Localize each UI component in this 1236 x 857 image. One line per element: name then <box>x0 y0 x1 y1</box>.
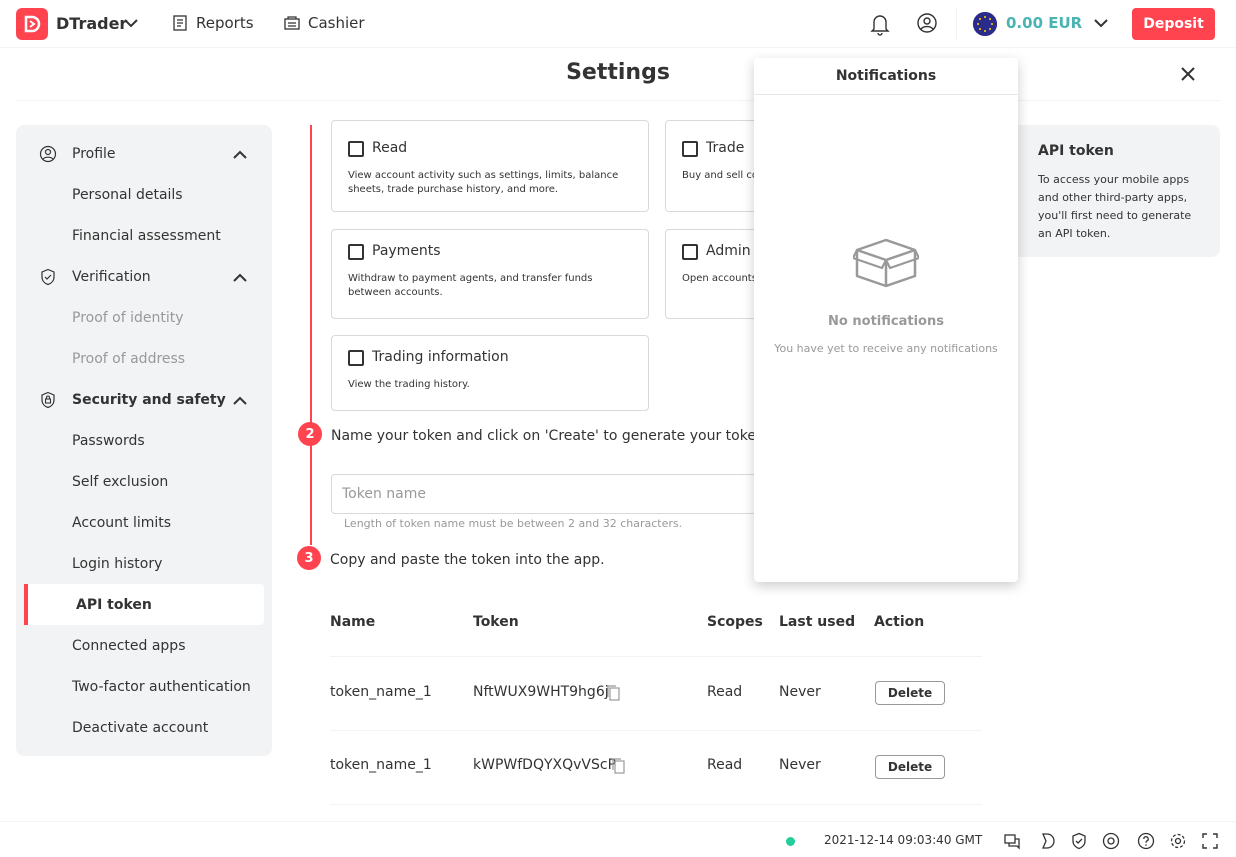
page-title: Settings <box>566 60 670 85</box>
copy-icon[interactable] <box>606 685 622 701</box>
token-name-cell: token_name_1 <box>330 757 432 773</box>
delete-token-button[interactable]: Delete <box>875 755 945 779</box>
account-icon[interactable] <box>916 12 938 34</box>
sidebar-group-profile[interactable]: Profile <box>16 133 272 174</box>
deriv-logo-icon[interactable] <box>1039 832 1057 850</box>
app-header: DTrader Reports Cashier 0.00 EUR Deposit <box>0 0 1236 48</box>
sidebar-item-proof-of-identity[interactable]: Proof of identity <box>16 297 272 338</box>
sidebar-item-financial-assessment[interactable]: Financial assessment <box>16 215 272 256</box>
api-token-info-card: API token To access your mobile apps and… <box>1012 125 1220 257</box>
token-name-cell: token_name_1 <box>330 684 432 700</box>
token-name-hint: Length of token name must be between 2 a… <box>344 517 683 530</box>
title-divider <box>16 100 1220 101</box>
copy-icon[interactable] <box>611 758 627 774</box>
gambling-icon[interactable] <box>1102 832 1120 850</box>
server-time: 2021-12-14 09:03:40 GMT <box>824 833 983 847</box>
step-3-text: Copy and paste the token into the app. <box>330 552 605 568</box>
help-icon[interactable] <box>1137 832 1155 850</box>
chevron-down-icon[interactable] <box>1092 14 1110 32</box>
chat-icon[interactable] <box>1003 832 1021 850</box>
steps-line <box>310 125 312 545</box>
table-divider <box>330 730 982 731</box>
token-last-used-cell: Never <box>779 684 821 700</box>
payments-checkbox[interactable] <box>348 244 364 260</box>
sidebar-item-proof-of-address[interactable]: Proof of address <box>16 338 272 379</box>
scope-card-payments[interactable]: Payments Withdraw to payment agents, and… <box>331 229 649 319</box>
nav-reports[interactable]: Reports <box>172 14 254 32</box>
sidebar-item-self-exclusion[interactable]: Self exclusion <box>16 461 272 502</box>
delete-token-button[interactable]: Delete <box>875 681 945 705</box>
info-card-title: API token <box>1038 143 1114 159</box>
sidebar-item-login-history[interactable]: Login history <box>16 543 272 584</box>
no-notifications-title: No notifications <box>828 314 944 329</box>
col-header-token: Token <box>473 614 519 630</box>
col-header-last-used: Last used <box>779 614 856 630</box>
chevron-down-icon[interactable] <box>122 14 140 32</box>
no-notifications-text: You have yet to receive any notification… <box>774 342 998 355</box>
info-card-text: To access your mobile apps and other thi… <box>1038 173 1192 240</box>
trading-information-checkbox[interactable] <box>348 350 364 366</box>
sidebar-group-verification[interactable]: Verification <box>16 256 272 297</box>
fullscreen-icon[interactable] <box>1201 832 1219 850</box>
network-status-indicator[interactable] <box>786 837 795 846</box>
shield-lock-icon <box>41 391 55 409</box>
token-name-input[interactable] <box>331 474 791 514</box>
nav-cashier[interactable]: Cashier <box>284 14 365 32</box>
step-2-badge: 2 <box>298 422 322 446</box>
profile-icon <box>39 145 57 163</box>
notifications-title: Notifications <box>835 68 937 84</box>
scope-card-trading-information[interactable]: Trading information View the trading his… <box>331 335 649 411</box>
sidebar-item-two-factor-auth[interactable]: Two-factor authentication <box>16 666 272 707</box>
chevron-up-icon <box>233 396 247 405</box>
col-header-name: Name <box>330 614 376 630</box>
gear-icon[interactable] <box>1169 832 1187 850</box>
sidebar-item-api-token[interactable]: API token <box>24 584 264 625</box>
empty-box-icon <box>853 238 919 288</box>
token-scopes-cell: Read <box>707 684 743 700</box>
chevron-up-icon <box>233 150 247 159</box>
read-checkbox[interactable] <box>348 141 364 157</box>
sidebar-item-connected-apps[interactable]: Connected apps <box>16 625 272 666</box>
notifications-panel: Notifications No notifications You have … <box>754 58 1018 582</box>
reports-icon <box>173 15 187 31</box>
account-balance[interactable]: 0.00 EUR <box>1006 14 1082 32</box>
shield-check-icon <box>41 268 55 286</box>
token-scopes-cell: Read <box>707 757 743 773</box>
sidebar-item-passwords[interactable]: Passwords <box>16 420 272 461</box>
notifications-divider <box>754 94 1018 95</box>
header-divider <box>956 8 957 40</box>
responsible-trading-icon[interactable] <box>1070 832 1088 850</box>
deposit-button[interactable]: Deposit <box>1132 8 1215 40</box>
sidebar-item-deactivate-account[interactable]: Deactivate account <box>16 707 272 748</box>
token-value-cell: NftWUX9WHT9hg6j <box>473 684 609 700</box>
col-header-action: Action <box>874 614 925 630</box>
chevron-up-icon <box>233 273 247 282</box>
platform-name[interactable]: DTrader <box>56 14 127 33</box>
step-3-badge: 3 <box>297 546 321 570</box>
token-last-used-cell: Never <box>779 757 821 773</box>
app-footer: 2021-12-14 09:03:40 GMT <box>0 821 1236 857</box>
sidebar-item-personal-details[interactable]: Personal details <box>16 174 272 215</box>
deriv-logo[interactable] <box>16 8 48 40</box>
admin-checkbox[interactable] <box>682 244 698 260</box>
cashier-icon <box>284 16 300 30</box>
sidebar-group-security[interactable]: Security and safety <box>16 379 272 420</box>
eu-flag-icon[interactable] <box>973 12 997 36</box>
trade-checkbox[interactable] <box>682 141 698 157</box>
table-divider <box>330 656 982 657</box>
close-icon[interactable] <box>1178 64 1198 84</box>
token-value-cell: kWPWfDQYXQvVScP <box>473 757 617 773</box>
settings-sidebar: Profile Personal details Financial asses… <box>16 125 272 756</box>
col-header-scopes: Scopes <box>707 614 763 630</box>
bell-icon[interactable] <box>869 12 891 36</box>
step-2-text: Name your token and click on 'Create' to… <box>331 428 770 444</box>
scope-card-read[interactable]: Read View account activity such as setti… <box>331 120 649 212</box>
sidebar-item-account-limits[interactable]: Account limits <box>16 502 272 543</box>
table-divider <box>330 804 982 805</box>
